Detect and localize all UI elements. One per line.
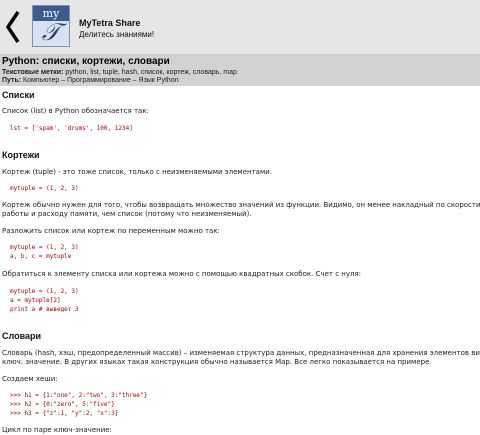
app-header: my 𝒯 MyTetra Share Делитесь знаниями! xyxy=(0,0,480,55)
app-title: MyTetra Share xyxy=(79,18,141,28)
paragraph: Обратиться к элементу списка или кортежа… xyxy=(2,270,362,278)
heading-tuples: Кортежи xyxy=(2,150,40,160)
paragraph: ключ: значение. В других языках такая ко… xyxy=(2,358,432,366)
note-meta: Python: списки, кортежи, словари Текстов… xyxy=(0,55,480,86)
paragraph: Кортеж (tuple) - это тоже список, только… xyxy=(2,168,273,176)
code-line: lst = ['spam', 'drums', 100, 1234] xyxy=(10,125,133,132)
app-logo: my 𝒯 xyxy=(32,5,70,47)
paragraph: Цикл по паре ключ-значение: xyxy=(2,426,112,434)
paragraph: Создаем хеши: xyxy=(2,375,58,383)
code-line: a, b, c = mytuple xyxy=(10,253,72,260)
paragraph: работы и расходу памяти, чем список (пот… xyxy=(2,210,252,218)
paragraph: Словарь (hash, хэш, предопределенный мас… xyxy=(2,349,480,357)
back-button[interactable] xyxy=(0,0,26,54)
path-label: Путь: xyxy=(2,77,22,84)
logo-glyph: 𝒯 xyxy=(41,18,61,46)
paragraph: Разложить список или кортеж по переменны… xyxy=(2,227,220,235)
chevron-left-icon xyxy=(5,11,20,43)
paragraph: Кортеж обычно нужен для того, чтобы возв… xyxy=(2,201,480,209)
heading-lists: Списки xyxy=(2,90,35,100)
path-value[interactable]: Компьютер – Программирование – Язык Pyth… xyxy=(23,77,179,84)
path-line: Путь: Компьютер – Программирование – Язы… xyxy=(2,77,179,84)
code-line: >>> h3 = {"z":1, "y":2, "x":3} xyxy=(10,410,119,417)
app-subtitle: Делитесь знаниями! xyxy=(79,30,155,39)
code-line: mytuple = (1, 2, 3) xyxy=(10,185,79,192)
tags-label: Текстовые метки: xyxy=(2,69,64,76)
paragraph: Список (list) в Python обозначается так: xyxy=(2,107,149,115)
tags-value[interactable]: python, list, tuple, hash, список, корте… xyxy=(65,69,237,76)
code-line: print a # выведет 3 xyxy=(10,306,79,313)
tags-line: Текстовые метки: python, list, tuple, ha… xyxy=(2,69,237,76)
note-title: Python: списки, кортежи, словари xyxy=(2,56,170,67)
heading-dicts: Словари xyxy=(2,331,42,341)
